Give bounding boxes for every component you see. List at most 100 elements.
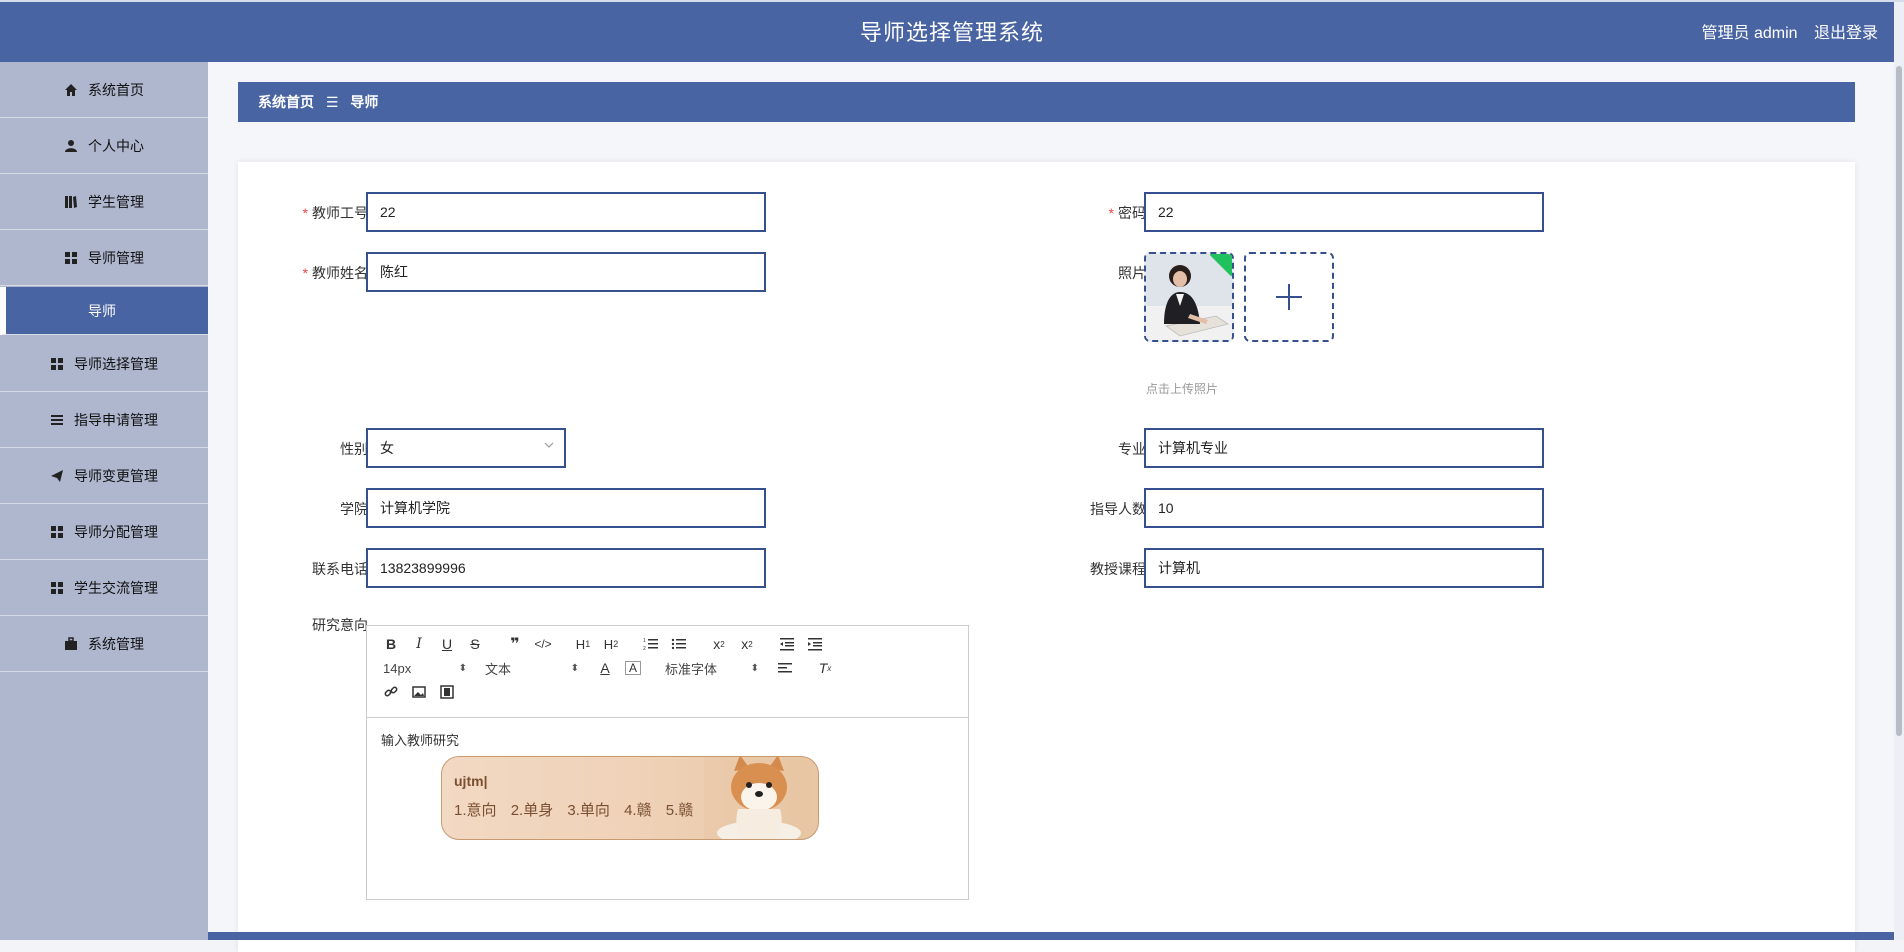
chevron-down-icon [544, 440, 554, 450]
sidebar-item-label: 导师变更管理 [74, 466, 158, 486]
grid-icon [50, 525, 64, 539]
code-icon[interactable]: </> [529, 633, 557, 655]
sidebar-item-profile[interactable]: 个人中心 [0, 118, 208, 174]
ordered-list-icon[interactable]: 12 [637, 633, 665, 655]
photo-label: 照片 [1056, 263, 1146, 283]
send-icon [50, 469, 64, 483]
breadcrumb-current: 导师 [350, 94, 378, 110]
password-input[interactable]: 22 [1144, 192, 1544, 232]
logout-link[interactable]: 退出登录 [1814, 25, 1878, 42]
upload-photo-button[interactable] [1244, 252, 1334, 342]
course-input[interactable]: 计算机 [1144, 548, 1544, 588]
sidebar-item-tutor-selection[interactable]: 导师选择管理 [0, 336, 208, 392]
sidebar-item-student-exchange[interactable]: 学生交流管理 [0, 560, 208, 616]
image-icon[interactable] [405, 681, 433, 703]
teacher-id-label: 教师工号 [278, 203, 368, 223]
sidebar-item-students[interactable]: 学生管理 [0, 174, 208, 230]
outdent-icon[interactable] [773, 633, 801, 655]
sidebar-item-label: 系统首页 [88, 80, 144, 100]
clear-format-icon[interactable]: Tx [811, 657, 839, 679]
svg-text:1: 1 [643, 638, 646, 644]
guide-count-input[interactable]: 10 [1144, 488, 1544, 528]
sidebar-item-label: 导师管理 [88, 248, 144, 268]
ime-candidate[interactable]: 3.单向 [567, 802, 610, 819]
teacher-photo-image [1146, 254, 1232, 340]
photo-thumbnail[interactable] [1144, 252, 1234, 342]
font-color-icon[interactable]: A [591, 657, 619, 679]
sidebar-item-guidance-requests[interactable]: 指导申请管理 [0, 392, 208, 448]
teacher-id-input[interactable]: 22 [366, 192, 766, 232]
ime-typed-text: ujtm| [454, 773, 487, 789]
sidebar-item-label: 个人中心 [88, 136, 144, 156]
list-icon [50, 413, 64, 427]
strikethrough-icon[interactable]: S [461, 633, 489, 655]
grid-icon [64, 251, 78, 265]
text-style-select[interactable]: 文本⬍ [479, 657, 579, 679]
user-area: 管理员 admin 退出登录 [1702, 2, 1879, 64]
major-label: 专业 [1056, 439, 1146, 459]
course-label: 教授课程 [1056, 559, 1146, 579]
sidebar: 系统首页 个人中心 学生管理 导师管理 导师 导师选择管理 指导申请管理 [0, 62, 208, 940]
top-header: 导师选择管理系统 管理员 admin 退出登录 [0, 0, 1904, 62]
shiba-dog-skin-image [704, 756, 814, 840]
updown-caret-icon: ⬍ [751, 663, 759, 674]
phone-input[interactable]: 13823899996 [366, 548, 766, 588]
sidebar-item-label: 学生交流管理 [74, 578, 158, 598]
superscript-icon[interactable]: x2 [733, 633, 761, 655]
sidebar-item-label: 指导申请管理 [74, 410, 158, 430]
svg-text:2: 2 [643, 646, 646, 651]
heading2-icon[interactable]: H2 [597, 633, 625, 655]
bold-icon[interactable]: B [377, 633, 405, 655]
sidebar-item-tutor-change[interactable]: 导师变更管理 [0, 448, 208, 504]
major-input[interactable]: 计算机专业 [1144, 428, 1544, 468]
teacher-name-input[interactable]: 陈红 [366, 252, 766, 292]
updown-caret-icon: ⬍ [459, 663, 467, 674]
college-input[interactable]: 计算机学院 [366, 488, 766, 528]
scrollbar-thumb[interactable] [1896, 66, 1902, 736]
subscript-icon[interactable]: x2 [705, 633, 733, 655]
underline-icon[interactable]: U [433, 633, 461, 655]
heading1-icon[interactable]: H1 [569, 633, 597, 655]
indent-icon[interactable] [801, 633, 829, 655]
password-label: 密码 [1056, 203, 1146, 223]
guide-count-label: 指导人数 [1056, 499, 1146, 519]
scrollbar-corner [1894, 2, 1904, 64]
vertical-scrollbar[interactable] [1894, 62, 1904, 940]
blockquote-icon[interactable]: ❞ [501, 633, 529, 655]
sidebar-subitem-tutor[interactable]: 导师 [0, 287, 208, 335]
breadcrumb: 系统首页 ☰ 导师 [238, 82, 1855, 122]
main-content: 系统首页 ☰ 导师 教师工号 22 密码 22 教师姓名 陈红 照片 [208, 62, 1894, 940]
research-label: 研究意向 [278, 615, 368, 635]
gender-label: 性别 [278, 439, 368, 459]
background-color-icon[interactable]: A [625, 661, 641, 675]
ime-candidate[interactable]: 1.意向 [454, 802, 497, 819]
ime-candidate-list: 1.意向 2.单身 3.单向 4.赣 5.赣 [454, 799, 703, 820]
editor-content-area[interactable]: 输入教师研究 [367, 718, 968, 761]
sidebar-item-tutor-assignment[interactable]: 导师分配管理 [0, 504, 208, 560]
link-icon[interactable] [377, 681, 405, 703]
ime-candidate[interactable]: 2.单身 [511, 802, 554, 819]
sidebar-item-label: 导师 [88, 301, 116, 321]
briefcase-icon [64, 637, 78, 651]
rich-text-editor: B I U S ❞ </> H1 H2 12 [366, 625, 969, 900]
ime-candidate[interactable]: 5.赣 [666, 802, 694, 819]
video-icon[interactable] [433, 681, 461, 703]
form-card: 教师工号 22 密码 22 教师姓名 陈红 照片 点击上传照片 性别 [238, 162, 1855, 952]
italic-icon[interactable]: I [405, 633, 433, 655]
sidebar-item-label: 系统管理 [88, 634, 144, 654]
font-size-select[interactable]: 14px⬍ [377, 657, 467, 679]
college-label: 学院 [278, 499, 368, 519]
align-icon[interactable] [771, 657, 799, 679]
bullet-list-icon[interactable] [665, 633, 693, 655]
bottom-band [208, 932, 1894, 940]
breadcrumb-home[interactable]: 系统首页 [258, 94, 314, 110]
font-family-select[interactable]: 标准字体⬍ [659, 657, 759, 679]
upload-hint: 点击上传照片 [1146, 380, 1218, 397]
sidebar-item-home[interactable]: 系统首页 [0, 62, 208, 118]
sidebar-item-system[interactable]: 系统管理 [0, 616, 208, 672]
editor-toolbar: B I U S ❞ </> H1 H2 12 [367, 626, 968, 718]
plus-icon [1274, 282, 1304, 312]
sidebar-item-tutors[interactable]: 导师管理 [0, 230, 208, 286]
ime-candidate[interactable]: 4.赣 [624, 802, 652, 819]
gender-select[interactable]: 女 [366, 428, 566, 468]
